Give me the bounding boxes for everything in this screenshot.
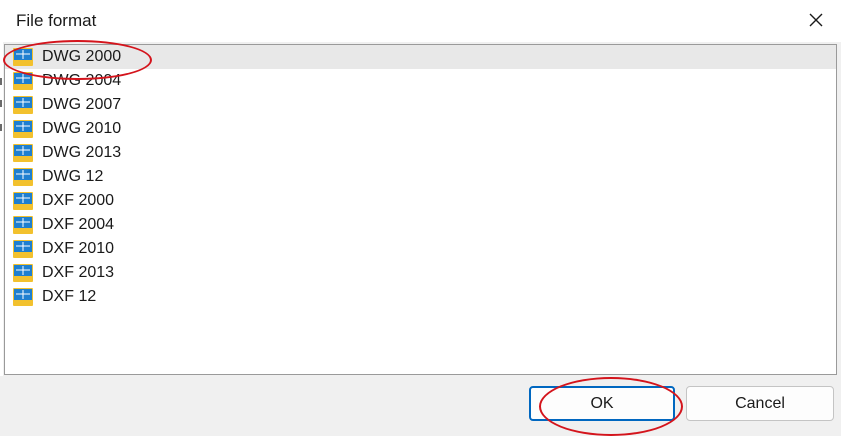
list-item-label: DXF 12 xyxy=(42,288,97,305)
dwg-file-icon xyxy=(13,120,33,138)
list-item-dwg-2013[interactable]: DWG 2013 xyxy=(5,141,836,165)
close-icon xyxy=(809,13,823,27)
cancel-button[interactable]: Cancel xyxy=(686,386,834,421)
list-item-dwg-2010[interactable]: DWG 2010 xyxy=(5,117,836,141)
list-item-label: DWG 12 xyxy=(42,168,104,185)
dwg-file-icon xyxy=(13,72,33,90)
dwg-file-icon xyxy=(13,216,33,234)
list-item-label: DWG 2010 xyxy=(42,120,122,137)
dialog-titlebar: File format xyxy=(0,0,841,42)
list-item-dxf-2000[interactable]: DXF 2000 xyxy=(5,189,836,213)
format-list[interactable]: DWG 2000 DWG 2004 DWG 2007 DWG 2010 DWG … xyxy=(4,44,837,375)
close-button[interactable] xyxy=(799,4,833,36)
list-item-label: DXF 2013 xyxy=(42,264,115,281)
list-item-dxf-2013[interactable]: DXF 2013 xyxy=(5,261,836,285)
list-item-dxf-2004[interactable]: DXF 2004 xyxy=(5,213,836,237)
list-item-dxf-12[interactable]: DXF 12 xyxy=(5,285,836,309)
list-item-dwg-2000[interactable]: DWG 2000 xyxy=(5,45,836,69)
background-window-edge xyxy=(0,0,3,433)
dwg-file-icon xyxy=(13,288,33,306)
background-edge-mark xyxy=(0,78,2,85)
list-item-label: DXF 2000 xyxy=(42,192,115,209)
dialog-title: File format xyxy=(16,11,97,30)
dwg-file-icon xyxy=(13,168,33,186)
list-item-dwg-12[interactable]: DWG 12 xyxy=(5,165,836,189)
list-item-label: DXF 2004 xyxy=(42,216,115,233)
dwg-file-icon xyxy=(13,144,33,162)
background-edge-mark xyxy=(0,124,2,131)
list-item-label: DXF 2010 xyxy=(42,240,115,257)
background-edge-mark xyxy=(0,100,2,107)
ok-button[interactable]: OK xyxy=(529,386,675,421)
dwg-file-icon xyxy=(13,192,33,210)
list-item-label: DWG 2007 xyxy=(42,96,122,113)
list-item-dxf-2010[interactable]: DXF 2010 xyxy=(5,237,836,261)
dwg-file-icon xyxy=(13,264,33,282)
dwg-file-icon xyxy=(13,240,33,258)
list-item-label: DWG 2013 xyxy=(42,144,122,161)
list-item-label: DWG 2004 xyxy=(42,72,122,89)
list-item-label: DWG 2000 xyxy=(42,48,122,65)
dwg-file-icon xyxy=(13,96,33,114)
dwg-file-icon xyxy=(13,48,33,66)
list-item-dwg-2007[interactable]: DWG 2007 xyxy=(5,93,836,117)
list-item-dwg-2004[interactable]: DWG 2004 xyxy=(5,69,836,93)
